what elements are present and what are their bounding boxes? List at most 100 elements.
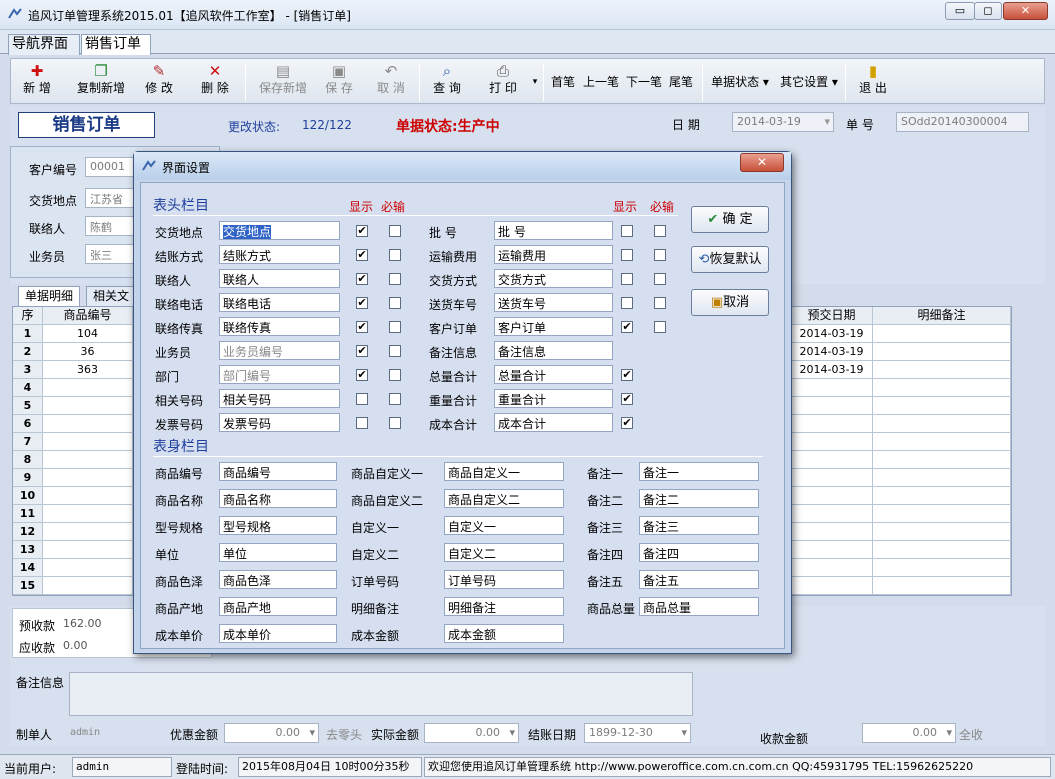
show-checkbox[interactable]: ✔ bbox=[356, 249, 368, 261]
cell-remark[interactable] bbox=[873, 487, 1011, 505]
cell-remark[interactable] bbox=[873, 361, 1011, 379]
cell-remark[interactable] bbox=[873, 433, 1011, 451]
cell-remark[interactable] bbox=[873, 325, 1011, 343]
cell-delivery-date[interactable]: 2014-03-19 bbox=[791, 343, 873, 361]
tab-doc-detail[interactable]: 单据明细 bbox=[18, 286, 81, 306]
cell-remark[interactable] bbox=[873, 559, 1011, 577]
delete-button[interactable]: ✕ 删 除 bbox=[193, 62, 237, 102]
ok-button[interactable]: ✔ 确 定 bbox=[691, 206, 769, 233]
print-button[interactable]: ⎙ 打 印 bbox=[481, 62, 525, 102]
body-field-name-input[interactable]: 备注三 bbox=[639, 516, 759, 535]
body-field-name-input[interactable]: 成本单价 bbox=[219, 624, 337, 643]
cell-delivery-date[interactable] bbox=[791, 577, 873, 595]
cell-delivery-date[interactable] bbox=[791, 487, 873, 505]
doc-no-field[interactable]: SOdd20140300004 bbox=[896, 112, 1029, 132]
cell-delivery-date[interactable] bbox=[791, 541, 873, 559]
body-field-name-input[interactable]: 商品自定义一 bbox=[444, 462, 564, 481]
cell-remark[interactable] bbox=[873, 415, 1011, 433]
body-field-name-input[interactable]: 商品编号 bbox=[219, 462, 337, 481]
cell-delivery-date[interactable] bbox=[791, 451, 873, 469]
head-field-name-input[interactable]: 备注信息 bbox=[494, 341, 613, 360]
dialog-close-button[interactable]: ✕ bbox=[740, 153, 784, 172]
chevron-down-icon[interactable]: ▾ bbox=[681, 726, 687, 739]
show-checkbox[interactable] bbox=[621, 225, 633, 237]
cell-product-code[interactable] bbox=[43, 469, 133, 487]
cell-product-code[interactable]: 363 bbox=[43, 361, 133, 379]
required-checkbox[interactable] bbox=[389, 417, 401, 429]
cell-product-code[interactable] bbox=[43, 487, 133, 505]
body-field-name-input[interactable]: 自定义二 bbox=[444, 543, 564, 562]
show-checkbox[interactable]: ✔ bbox=[621, 369, 633, 381]
required-checkbox[interactable] bbox=[389, 345, 401, 357]
query-button[interactable]: ⌕ 查 询 bbox=[427, 62, 467, 102]
last-record-button[interactable]: 尾笔 bbox=[667, 59, 695, 99]
remark-textarea[interactable] bbox=[69, 672, 693, 716]
show-checkbox[interactable] bbox=[621, 297, 633, 309]
cell-product-code[interactable] bbox=[43, 451, 133, 469]
chevron-down-icon[interactable]: ▾ bbox=[509, 726, 515, 739]
col-header-remark[interactable]: 明细备注 bbox=[873, 307, 1011, 325]
cell-delivery-date[interactable] bbox=[791, 559, 873, 577]
body-field-name-input[interactable]: 商品总量 bbox=[639, 597, 759, 616]
body-field-name-input[interactable]: 备注一 bbox=[639, 462, 759, 481]
body-field-name-input[interactable]: 商品产地 bbox=[219, 597, 337, 616]
round-off-button[interactable]: 去零头 bbox=[326, 726, 362, 743]
cell-remark[interactable] bbox=[873, 577, 1011, 595]
show-checkbox[interactable]: ✔ bbox=[356, 369, 368, 381]
required-checkbox[interactable] bbox=[654, 225, 666, 237]
body-field-name-input[interactable]: 自定义一 bbox=[444, 516, 564, 535]
chevron-down-icon[interactable]: ▾ bbox=[824, 115, 830, 128]
cell-delivery-date[interactable] bbox=[791, 469, 873, 487]
head-field-name-input[interactable]: 成本合计 bbox=[494, 413, 613, 432]
cell-delivery-date[interactable]: 2014-03-19 bbox=[791, 361, 873, 379]
cell-product-code[interactable] bbox=[43, 415, 133, 433]
cell-delivery-date[interactable] bbox=[791, 397, 873, 415]
cell-product-code[interactable] bbox=[43, 559, 133, 577]
dialog-cancel-button[interactable]: ▣取消 bbox=[691, 289, 769, 316]
head-field-name-input[interactable]: 送货车号 bbox=[494, 293, 613, 312]
show-checkbox[interactable] bbox=[356, 393, 368, 405]
required-checkbox[interactable] bbox=[389, 321, 401, 333]
head-field-name-input[interactable]: 部门编号 bbox=[219, 365, 340, 384]
show-checkbox[interactable]: ✔ bbox=[356, 321, 368, 333]
cancel-button[interactable]: ↶ 取 消 bbox=[371, 62, 411, 102]
show-checkbox[interactable] bbox=[621, 249, 633, 261]
head-field-name-input[interactable]: 重量合计 bbox=[494, 389, 613, 408]
cell-remark[interactable] bbox=[873, 379, 1011, 397]
tab-navigation[interactable]: 导航界面 bbox=[8, 34, 80, 55]
body-field-name-input[interactable]: 明细备注 bbox=[444, 597, 564, 616]
discount-field[interactable]: 0.00 ▾ bbox=[224, 723, 319, 743]
prev-record-button[interactable]: 上一笔 bbox=[582, 59, 620, 99]
cell-product-code[interactable] bbox=[43, 379, 133, 397]
print-dropdown-arrow[interactable]: ▾ bbox=[530, 59, 540, 99]
head-field-name-input[interactable]: 客户订单 bbox=[494, 317, 613, 336]
close-button[interactable]: ✕ bbox=[1003, 2, 1048, 20]
show-checkbox[interactable]: ✔ bbox=[356, 345, 368, 357]
save-add-button[interactable]: ▤ 保存新增 bbox=[255, 62, 311, 102]
body-field-name-input[interactable]: 备注五 bbox=[639, 570, 759, 589]
settle-date-field[interactable]: 1899-12-30 ▾ bbox=[584, 723, 691, 743]
required-checkbox[interactable] bbox=[389, 393, 401, 405]
save-button[interactable]: ▣ 保 存 bbox=[319, 62, 359, 102]
cell-product-code[interactable] bbox=[43, 523, 133, 541]
show-checkbox[interactable]: ✔ bbox=[356, 297, 368, 309]
chevron-down-icon[interactable]: ▾ bbox=[946, 726, 952, 739]
head-field-name-input[interactable]: 联络人 bbox=[219, 269, 340, 288]
body-field-name-input[interactable]: 订单号码 bbox=[444, 570, 564, 589]
receive-all-button[interactable]: 全收 bbox=[959, 726, 983, 743]
first-record-button[interactable]: 首笔 bbox=[549, 59, 577, 99]
exit-button[interactable]: ▮ 退 出 bbox=[853, 62, 893, 102]
cell-delivery-date[interactable] bbox=[791, 379, 873, 397]
restore-default-button[interactable]: ⟲恢复默认 bbox=[691, 246, 769, 273]
edit-button[interactable]: ✎ 修 改 bbox=[139, 62, 179, 102]
head-field-name-input[interactable]: 相关号码 bbox=[219, 389, 340, 408]
cell-delivery-date[interactable] bbox=[791, 505, 873, 523]
head-field-name-input[interactable]: 运输费用 bbox=[494, 245, 613, 264]
cell-remark[interactable] bbox=[873, 541, 1011, 559]
doc-status-menu[interactable]: 单据状态 ▾ bbox=[708, 59, 772, 99]
date-field[interactable]: 2014-03-19 ▾ bbox=[732, 112, 834, 132]
actual-amount-field[interactable]: 0.00 ▾ bbox=[424, 723, 519, 743]
head-field-name-input[interactable]: 结账方式 bbox=[219, 245, 340, 264]
required-checkbox[interactable] bbox=[654, 249, 666, 261]
required-checkbox[interactable] bbox=[654, 297, 666, 309]
